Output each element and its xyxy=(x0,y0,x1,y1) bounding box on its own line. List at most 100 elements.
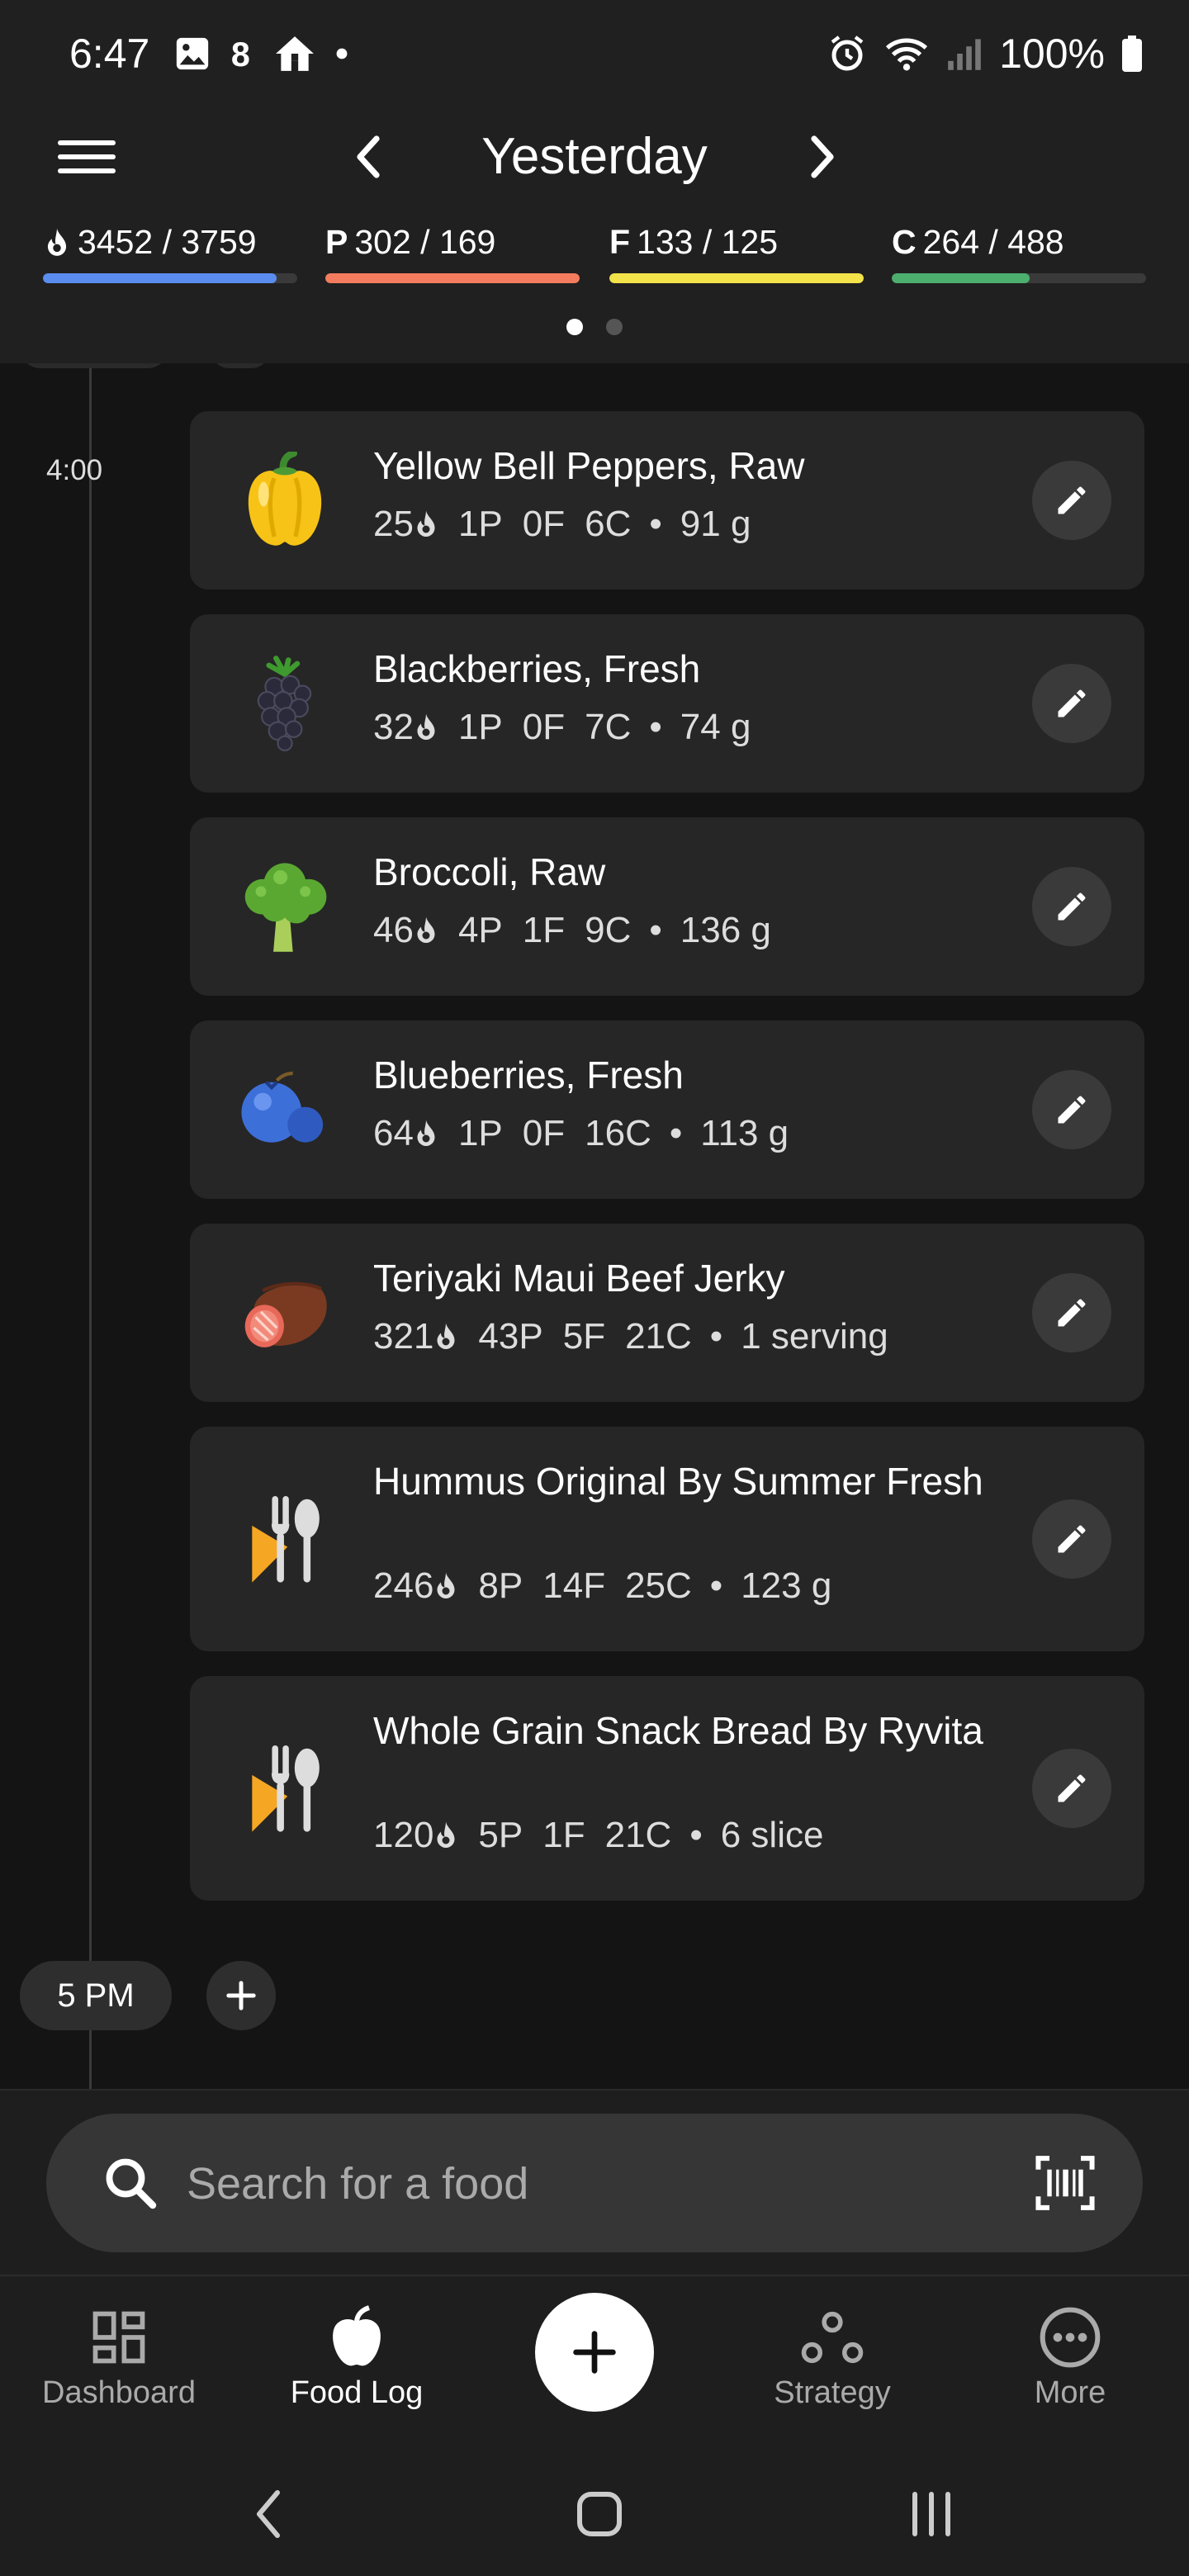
food-log-timeline[interactable]: 4:00 Yellow Bell Peppers, Raw 25 1P 0F 6… xyxy=(0,363,1189,2089)
plus-icon xyxy=(226,1981,256,2010)
search-box[interactable] xyxy=(46,2114,1143,2252)
meat-icon xyxy=(233,1261,337,1365)
food-fat: 1F xyxy=(542,1815,585,1855)
food-macros: 246 8P 14F 25C • 123 g xyxy=(373,1565,831,1607)
edit-button[interactable] xyxy=(1032,1273,1111,1352)
wifi-icon xyxy=(886,38,928,71)
nav-dashboard[interactable]: Dashboard xyxy=(12,2304,226,2411)
food-entry[interactable]: Broccoli, Raw 46 4P 1F 9C • 136 g xyxy=(190,817,1144,996)
food-entry[interactable]: Teriyaki Maui Beef Jerky 321 43P 5F 21C … xyxy=(190,1224,1144,1402)
fat-value: 133 / 125 xyxy=(637,223,779,261)
home-square-icon xyxy=(577,2492,622,2536)
notification-dot-icon xyxy=(336,48,348,59)
dashboard-icon xyxy=(92,2311,145,2364)
separator-dot: • xyxy=(709,1316,723,1357)
search-icon xyxy=(106,2158,157,2209)
add-food-fab[interactable] xyxy=(535,2293,654,2412)
food-fat: 1F xyxy=(522,910,566,950)
carbs-progress-bar xyxy=(892,273,1146,283)
status-bar: 6:47 8 100% xyxy=(0,0,1189,107)
food-calories: 25 xyxy=(373,504,414,544)
food-protein: 1P xyxy=(457,707,503,747)
system-back-button[interactable] xyxy=(236,2481,302,2547)
more-icon xyxy=(1040,2307,1101,2368)
food-entry[interactable]: Whole Grain Snack Bread By Ryvita 120 5P… xyxy=(190,1676,1144,1901)
page-dot xyxy=(606,319,623,335)
next-day-button[interactable] xyxy=(791,125,854,188)
pencil-icon xyxy=(1058,1774,1086,1802)
food-fat: 0F xyxy=(522,707,566,747)
protein-value: 302 / 169 xyxy=(354,223,496,261)
alarm-icon xyxy=(831,36,864,71)
gallery-icon xyxy=(176,37,209,70)
food-amount: 123 g xyxy=(741,1565,832,1606)
add-to-hour-button[interactable] xyxy=(206,1961,276,2030)
food-entry[interactable]: Blueberries, Fresh 64 1P 0F 16C • 113 g xyxy=(190,1020,1144,1199)
pencil-icon xyxy=(1058,893,1086,921)
food-fat: 0F xyxy=(522,504,566,544)
separator-dot: • xyxy=(669,1113,683,1153)
food-name: Whole Grain Snack Bread By Ryvita xyxy=(373,1709,983,1752)
food-carbs: 25C xyxy=(625,1565,692,1606)
page-indicator xyxy=(0,319,1189,335)
system-home-button[interactable] xyxy=(566,2481,632,2547)
flame-icon xyxy=(437,1821,455,1848)
food-name: Hummus Original By Summer Fresh xyxy=(373,1460,983,1503)
macro-summary[interactable]: 3452 / 3759 P 302 / 169 F 133 / 125 C 26… xyxy=(0,223,1189,283)
strategy-icon xyxy=(801,2311,864,2364)
system-recents-button[interactable] xyxy=(898,2481,964,2547)
protein-progress-bar xyxy=(325,273,580,283)
edit-button[interactable] xyxy=(1032,1070,1111,1149)
nav-food-log[interactable]: Food Log xyxy=(249,2304,464,2411)
blueberry-icon xyxy=(233,1058,337,1162)
previous-day-button[interactable] xyxy=(337,125,400,188)
status-right: 100% xyxy=(827,30,1143,78)
timeline-line xyxy=(89,363,92,2089)
food-amount: 74 g xyxy=(680,707,751,747)
bottom-navigation: Dashboard Food Log Strategy More xyxy=(0,2275,1189,2448)
food-name: Yellow Bell Peppers, Raw xyxy=(373,444,805,487)
food-entry[interactable]: Blackberries, Fresh 32 1P 0F 7C • 74 g xyxy=(190,614,1144,793)
food-entry[interactable]: Hummus Original By Summer Fresh 246 8P 1… xyxy=(190,1427,1144,1651)
fat-macro: F 133 / 125 xyxy=(609,223,864,283)
fat-prefix: F xyxy=(609,223,631,261)
separator-dot: • xyxy=(649,707,662,747)
edit-button[interactable] xyxy=(1032,461,1111,540)
food-macros: 25 1P 0F 6C • 91 g xyxy=(373,504,751,545)
date-title: Yesterday xyxy=(481,128,708,185)
edit-button[interactable] xyxy=(1032,867,1111,946)
nav-strategy[interactable]: Strategy xyxy=(725,2304,940,2411)
edit-button[interactable] xyxy=(1032,1749,1111,1828)
home-icon xyxy=(276,36,314,71)
food-protein: 1P xyxy=(457,1113,503,1153)
carbs-prefix: C xyxy=(892,223,917,261)
food-macros: 46 4P 1F 9C • 136 g xyxy=(373,910,771,951)
calories-macro: 3452 / 3759 xyxy=(43,223,297,283)
plus-icon xyxy=(573,2331,616,2374)
pencil-icon xyxy=(1058,1525,1086,1553)
food-calories: 32 xyxy=(373,707,414,747)
carbs-macro: C 264 / 488 xyxy=(892,223,1146,283)
food-entry[interactable]: Yellow Bell Peppers, Raw 25 1P 0F 6C • 9… xyxy=(190,411,1144,590)
food-amount: 91 g xyxy=(680,504,751,544)
notification-8-icon: 8 xyxy=(231,36,250,73)
nav-label: More xyxy=(1034,2375,1106,2410)
barcode-scan-icon[interactable] xyxy=(1034,2152,1097,2214)
calories-progress-fill xyxy=(43,273,277,283)
nav-more[interactable]: More xyxy=(963,2304,1177,2411)
svg-text:8: 8 xyxy=(231,36,250,73)
calories-progress-bar xyxy=(43,273,297,283)
apple-icon xyxy=(333,2305,381,2366)
hour-chip[interactable]: 5 PM xyxy=(20,1961,172,2030)
edit-button[interactable] xyxy=(1032,1499,1111,1579)
search-input[interactable] xyxy=(187,2147,1012,2221)
carbs-progress-fill xyxy=(892,273,1030,283)
food-name: Blackberries, Fresh xyxy=(373,647,701,690)
food-calories: 321 xyxy=(373,1316,434,1357)
food-protein: 43P xyxy=(478,1316,543,1357)
edit-button[interactable] xyxy=(1032,664,1111,743)
flame-icon xyxy=(417,1120,435,1146)
food-amount: 136 g xyxy=(680,910,771,950)
food-fat: 0F xyxy=(522,1113,566,1153)
protein-progress-fill xyxy=(325,273,580,283)
